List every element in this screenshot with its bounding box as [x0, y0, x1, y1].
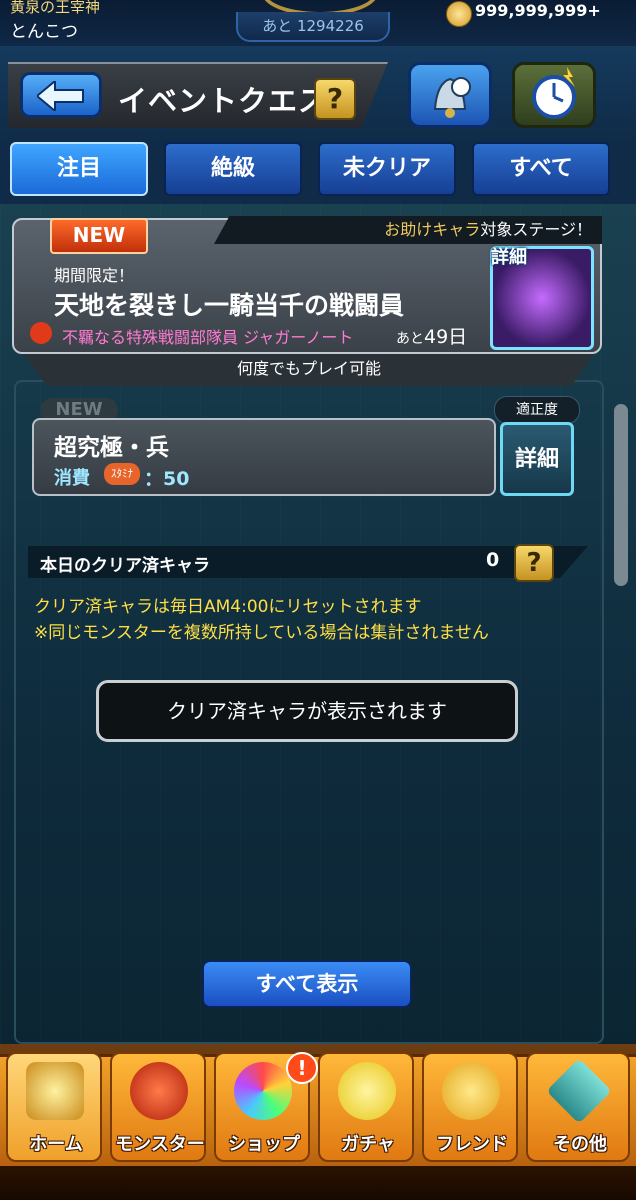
- nav-gacha-label: ガチャ: [341, 1134, 395, 1155]
- player-name: とんこつ: [10, 22, 78, 42]
- new-badge: NEW: [50, 218, 148, 254]
- title-bar: イベントクエスト ?: [8, 62, 388, 128]
- home-icon: [26, 1062, 84, 1120]
- tab-extreme[interactable]: 絶級: [164, 142, 302, 196]
- days-left-value: 49日: [424, 326, 468, 348]
- bottom-nav: ホーム モンスター ショップ ガチャ フレンド その他: [0, 1044, 636, 1200]
- cleared-placeholder: クリア済キャラが表示されます: [96, 680, 518, 742]
- friend-icon: [442, 1062, 500, 1120]
- difficulty-detail-button[interactable]: 詳細: [500, 422, 574, 496]
- boss-name: 不羈なる特殊戦闘部隊員 ジャガーノート: [62, 328, 354, 347]
- stopwatch-icon: [532, 67, 576, 119]
- nav-other-label: その他: [553, 1134, 607, 1155]
- difficulty-name: 超究極・兵: [54, 435, 169, 461]
- support-banner: お助けキャラ対象ステージ！: [214, 216, 602, 244]
- cleared-count: 0: [486, 549, 500, 571]
- monster-icon: [130, 1062, 188, 1120]
- other-icon: [546, 1058, 612, 1124]
- filter-tabs: 注目 絶級 未クリア すべて: [0, 142, 636, 204]
- support-suffix: 対象ステージ！: [480, 220, 592, 239]
- stamina-icon: ｽﾀﾐﾅ: [104, 463, 140, 485]
- exp-remaining: あと 1294226: [236, 12, 390, 42]
- limited-label: 期間限定！: [54, 266, 135, 285]
- stamina-value: ：50: [144, 468, 190, 490]
- cleared-help-button[interactable]: ?: [514, 544, 554, 582]
- back-arrow-icon: [37, 81, 84, 111]
- content-area: お助けキャラ対象ステージ！ NEW 期間限定！ 天地を裂きし一騎当千の戦闘員 不…: [0, 204, 636, 1044]
- cleared-label: 本日のクリア済キャラ: [40, 556, 210, 576]
- header: イベントクエスト ?: [0, 46, 636, 142]
- shop-alert-badge: !: [286, 1052, 318, 1084]
- help-button[interactable]: ?: [314, 78, 356, 120]
- nav-friend[interactable]: フレンド: [422, 1052, 518, 1162]
- support-prefix: お助けキャラ: [384, 220, 481, 239]
- quest-title: 天地を裂きし一騎当千の戦闘員: [54, 291, 405, 320]
- player-title: 黄泉の王宰神: [10, 0, 101, 16]
- notification-button[interactable]: [408, 62, 492, 128]
- nav-gacha[interactable]: ガチャ: [318, 1052, 414, 1162]
- quest-detail-label: 詳細: [491, 247, 527, 268]
- nav-monster-label: モンスター: [115, 1134, 205, 1155]
- shop-orb-icon: [234, 1062, 292, 1120]
- nav-shop-label: ショップ: [228, 1134, 300, 1155]
- coin-icon: [446, 1, 472, 27]
- show-all-button[interactable]: すべて表示: [202, 960, 412, 1008]
- tab-uncleared[interactable]: 未クリア: [318, 142, 456, 196]
- demon-icon: [30, 322, 52, 344]
- back-button[interactable]: [20, 72, 102, 118]
- replay-note: 何度でもプレイ可能: [24, 354, 594, 386]
- nav-home[interactable]: ホーム: [6, 1052, 102, 1162]
- quest-detail-button[interactable]: 詳細: [490, 246, 594, 350]
- stamina-label: 消費: [54, 468, 90, 489]
- aptitude-label: 適正度: [494, 396, 580, 424]
- nav-friend-label: フレンド: [436, 1134, 508, 1155]
- days-left-prefix: あと: [396, 331, 424, 347]
- bell-icon: [433, 77, 471, 118]
- reset-note: クリア済キャラは毎日AM4:00にリセットされます: [34, 597, 422, 617]
- nav-other[interactable]: その他: [526, 1052, 630, 1162]
- coin-amount: 999,999,999+: [475, 1, 601, 20]
- status-bar: 黄泉の王宰神 とんこつ あと 1294226 999,999,999+: [0, 0, 636, 46]
- scrollbar[interactable]: [614, 404, 628, 586]
- difficulty-card[interactable]: 超究極・兵 消費 ｽﾀﾐﾅ ：50: [32, 418, 496, 496]
- gacha-egg-icon: [338, 1062, 396, 1120]
- tab-featured[interactable]: 注目: [10, 142, 148, 196]
- days-left: あと49日: [396, 322, 467, 349]
- stamina-timer-button[interactable]: [512, 62, 596, 128]
- nav-home-label: ホーム: [29, 1134, 83, 1155]
- duplicate-note: ※同じモンスターを複数所持している場合は集計されません: [34, 623, 489, 643]
- tab-all[interactable]: すべて: [472, 142, 610, 196]
- nav-monster[interactable]: モンスター: [110, 1052, 206, 1162]
- nav-footer: [0, 1166, 636, 1200]
